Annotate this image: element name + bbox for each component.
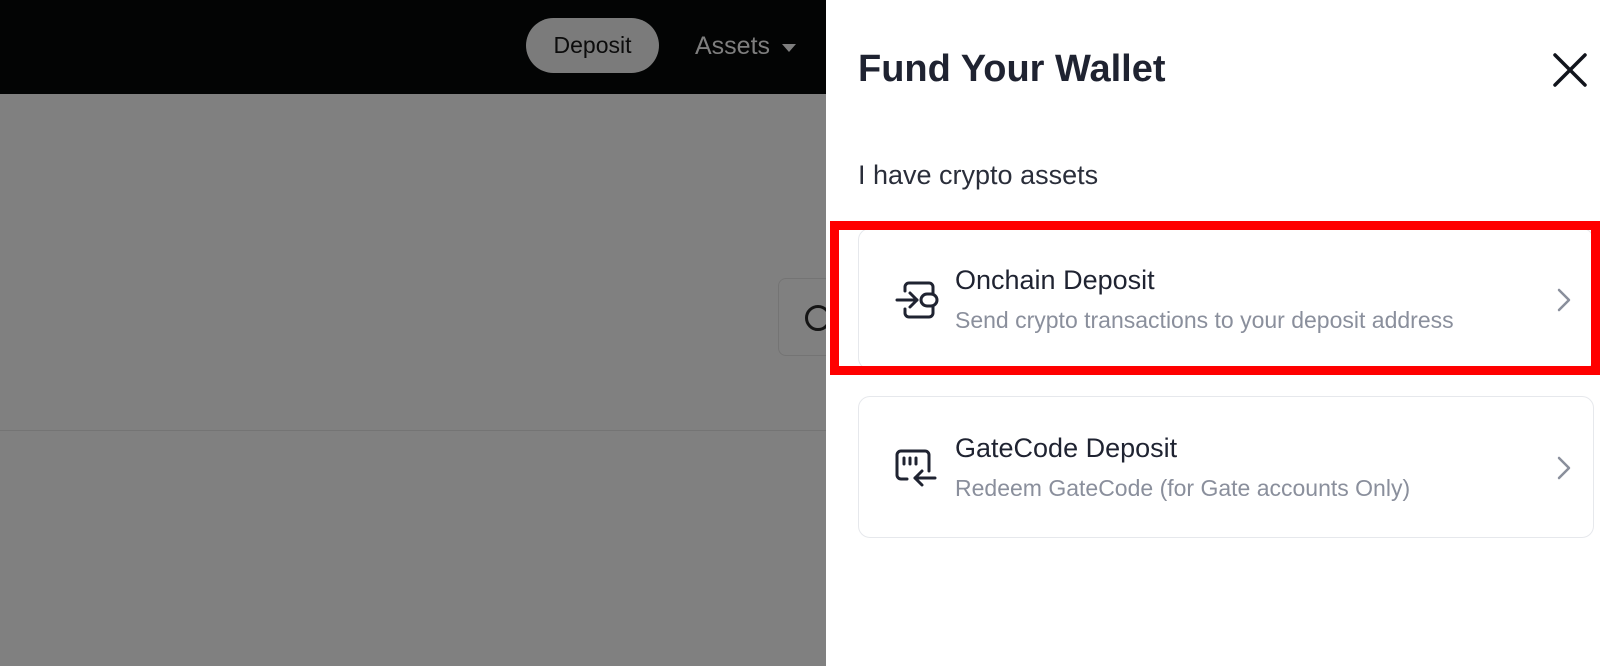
option-title: GateCode Deposit [955, 433, 1178, 463]
gatecode-icon [895, 449, 937, 487]
chevron-right-icon [1557, 288, 1571, 312]
drawer-title: Fund Your Wallet [858, 48, 1166, 90]
nav-assets-menu[interactable]: Assets [695, 30, 797, 62]
close-button[interactable] [1552, 52, 1588, 88]
nav-assets-label: Assets [695, 31, 771, 60]
onchain-transfer-icon [895, 281, 939, 319]
background-divider [0, 430, 826, 431]
chevron-right-icon [1557, 456, 1571, 480]
nav-deposit-label: Deposit [553, 32, 632, 58]
fund-wallet-drawer: Fund Your Wallet I have crypto assets On… [826, 0, 1604, 666]
close-icon [1553, 53, 1587, 87]
gatecode-deposit-option[interactable]: GateCode Deposit Redeem GateCode (for Ga… [858, 396, 1594, 538]
caret-down-icon [782, 43, 797, 52]
option-description: Redeem GateCode (for Gate accounts Only) [955, 475, 1411, 501]
option-title: Onchain Deposit [955, 265, 1155, 295]
nav-deposit-button[interactable]: Deposit [526, 18, 659, 73]
onchain-deposit-option[interactable]: Onchain Deposit Send crypto transactions… [858, 228, 1594, 370]
option-description: Send crypto transactions to your deposit… [955, 307, 1454, 333]
section-label: I have crypto assets [858, 160, 1099, 190]
